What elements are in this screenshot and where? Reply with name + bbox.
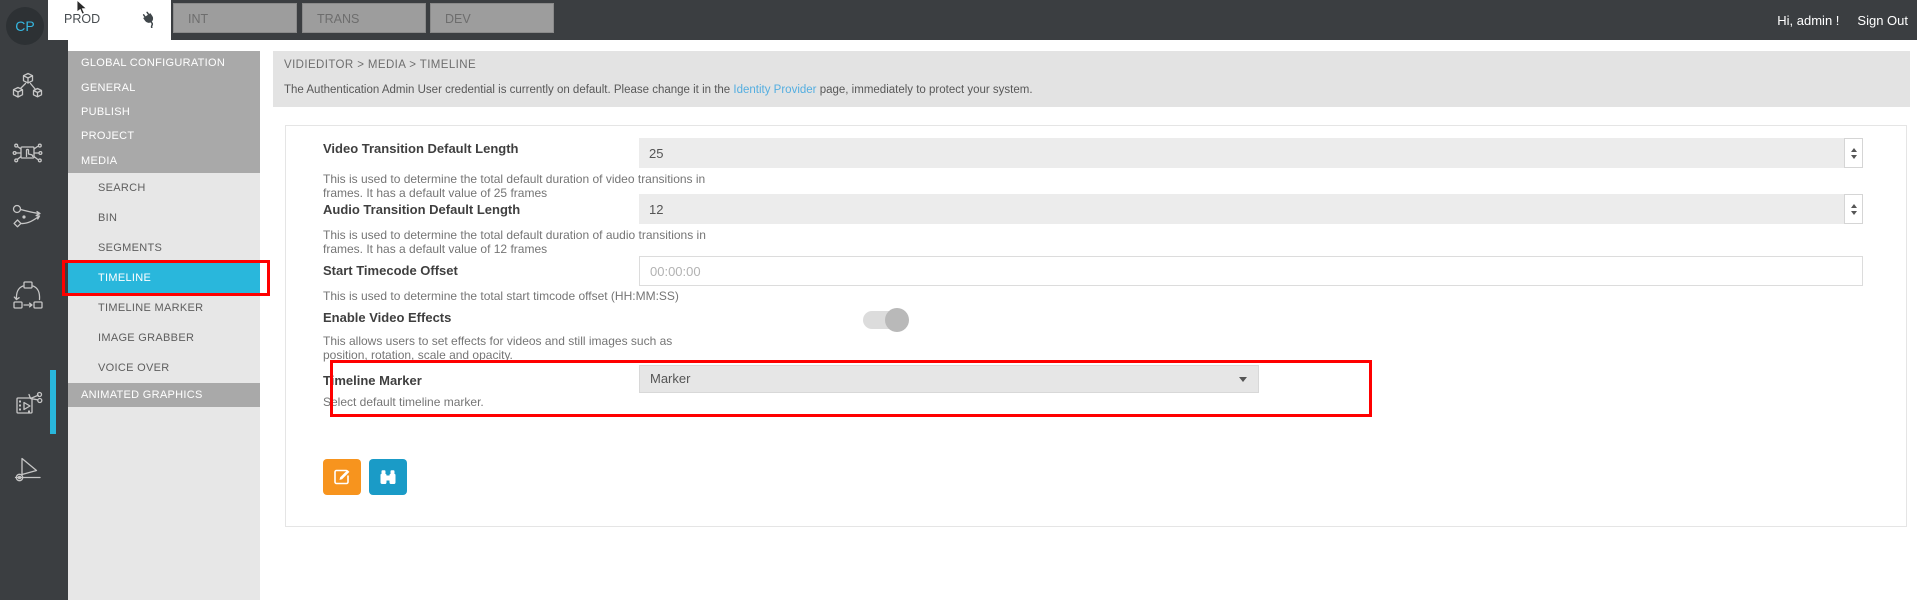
sidebar-item-media[interactable]: MEDIA — [68, 149, 260, 173]
number-stepper[interactable] — [1844, 138, 1863, 168]
video-transition-length-input[interactable] — [639, 138, 1844, 168]
field-label-timeline-marker: Timeline Marker — [323, 373, 623, 388]
sign-out-link[interactable]: Sign Out — [1857, 13, 1908, 28]
mouse-cursor — [76, 0, 90, 16]
sidebar-item-animated-graphics[interactable]: ANIMATED GRAPHICS — [68, 383, 260, 407]
breadcrumb: VIDIEDITOR > MEDIA > TIMELINE — [284, 59, 476, 71]
timeline-marker-select[interactable]: Marker — [639, 365, 1259, 393]
sidebar: GLOBAL CONFIGURATION GENERAL PUBLISH PRO… — [68, 51, 260, 600]
workflow-icon[interactable] — [11, 201, 45, 235]
notice-bar: The Authentication Admin User credential… — [284, 84, 1033, 96]
tab-trans[interactable]: TRANS — [302, 3, 426, 33]
sidebar-item-bin[interactable]: BIN — [68, 203, 260, 233]
sidebar-top-group: GLOBAL CONFIGURATION GENERAL PUBLISH PRO… — [68, 51, 260, 173]
field-desc-enable-video-effects: This allows users to set effects for vid… — [323, 334, 708, 362]
binoculars-icon — [378, 467, 398, 487]
sidebar-item-general[interactable]: GENERAL — [68, 75, 260, 99]
tab-prod[interactable]: PROD — [48, 0, 171, 40]
sidebar-item-image-grabber[interactable]: IMAGE GRABBER — [68, 323, 260, 353]
sidebar-sub-group: SEARCH BIN SEGMENTS TIMELINE TIMELINE MA… — [68, 173, 260, 383]
greeting-text: Hi, admin ! — [1777, 13, 1839, 28]
sidebar-item-publish[interactable]: PUBLISH — [68, 100, 260, 124]
start-timecode-offset-input[interactable] — [639, 256, 1863, 286]
interactive-service-icon[interactable] — [11, 135, 45, 169]
field-label-enable-video-effects: Enable Video Effects — [323, 310, 623, 325]
tab-int[interactable]: INT — [173, 3, 297, 33]
enable-video-effects-toggle[interactable] — [863, 308, 907, 332]
audio-transition-length-input[interactable] — [639, 194, 1844, 224]
page-header-panel: VIDIEDITOR > MEDIA > TIMELINE The Authen… — [273, 51, 1910, 107]
tab-dev[interactable]: DEV — [430, 3, 554, 33]
chevron-down-icon — [1239, 377, 1247, 382]
sidebar-item-global-configuration[interactable]: GLOBAL CONFIGURATION — [68, 51, 260, 75]
top-bar: PROD INT TRANS DEV Hi, admin ! Sign Out — [0, 0, 1917, 40]
number-stepper[interactable] — [1844, 194, 1863, 224]
icon-rail — [0, 40, 68, 600]
content-cycle-icon[interactable] — [11, 279, 45, 313]
field-desc-audio-transition: This is used to determine the total defa… — [323, 228, 708, 256]
audio-transition-length-field — [639, 194, 1863, 224]
app-root: PROD INT TRANS DEV Hi, admin ! Sign Out — [0, 0, 1917, 600]
modules-icon[interactable] — [11, 71, 45, 105]
sidebar-item-timeline-marker[interactable]: TIMELINE MARKER — [68, 293, 260, 323]
video-editor-icon[interactable] — [11, 385, 45, 419]
plug-icon — [141, 11, 158, 28]
sidebar-item-project[interactable]: PROJECT — [68, 124, 260, 148]
active-rail-indicator — [50, 370, 56, 434]
video-transition-length-field — [639, 138, 1863, 168]
user-box: Hi, admin ! Sign Out — [1777, 0, 1908, 40]
field-label-audio-transition: Audio Transition Default Length — [323, 202, 623, 217]
tab-trans-label: TRANS — [317, 12, 359, 26]
avatar[interactable]: CP — [6, 7, 44, 45]
edit-icon — [332, 467, 352, 487]
graphics-tool-icon[interactable] — [11, 451, 45, 485]
sidebar-item-voice-over[interactable]: VOICE OVER — [68, 353, 260, 383]
edit-button[interactable] — [323, 459, 361, 495]
tab-dev-label: DEV — [445, 12, 471, 26]
sidebar-item-segments[interactable]: SEGMENTS — [68, 233, 260, 263]
find-button[interactable] — [369, 459, 407, 495]
identity-provider-link[interactable]: Identity Provider — [733, 84, 816, 96]
toggle-knob — [885, 308, 909, 332]
field-label-video-transition: Video Transition Default Length — [323, 141, 623, 156]
settings-form-card: Video Transition Default Length This is … — [285, 125, 1907, 527]
tab-int-label: INT — [188, 12, 208, 26]
sidebar-bottom-group: ANIMATED GRAPHICS — [68, 383, 260, 407]
timeline-marker-selected-value: Marker — [650, 366, 690, 392]
notice-text-before: The Authentication Admin User credential… — [284, 84, 733, 96]
field-desc-start-timecode: This is used to determine the total star… — [323, 289, 679, 303]
field-desc-timeline-marker: Select default timeline marker. — [323, 395, 484, 409]
sidebar-item-search[interactable]: SEARCH — [68, 173, 260, 203]
field-label-start-timecode: Start Timecode Offset — [323, 263, 623, 278]
notice-text-after: page, immediately to protect your system… — [817, 84, 1033, 96]
sidebar-item-timeline[interactable]: TIMELINE — [68, 263, 260, 293]
